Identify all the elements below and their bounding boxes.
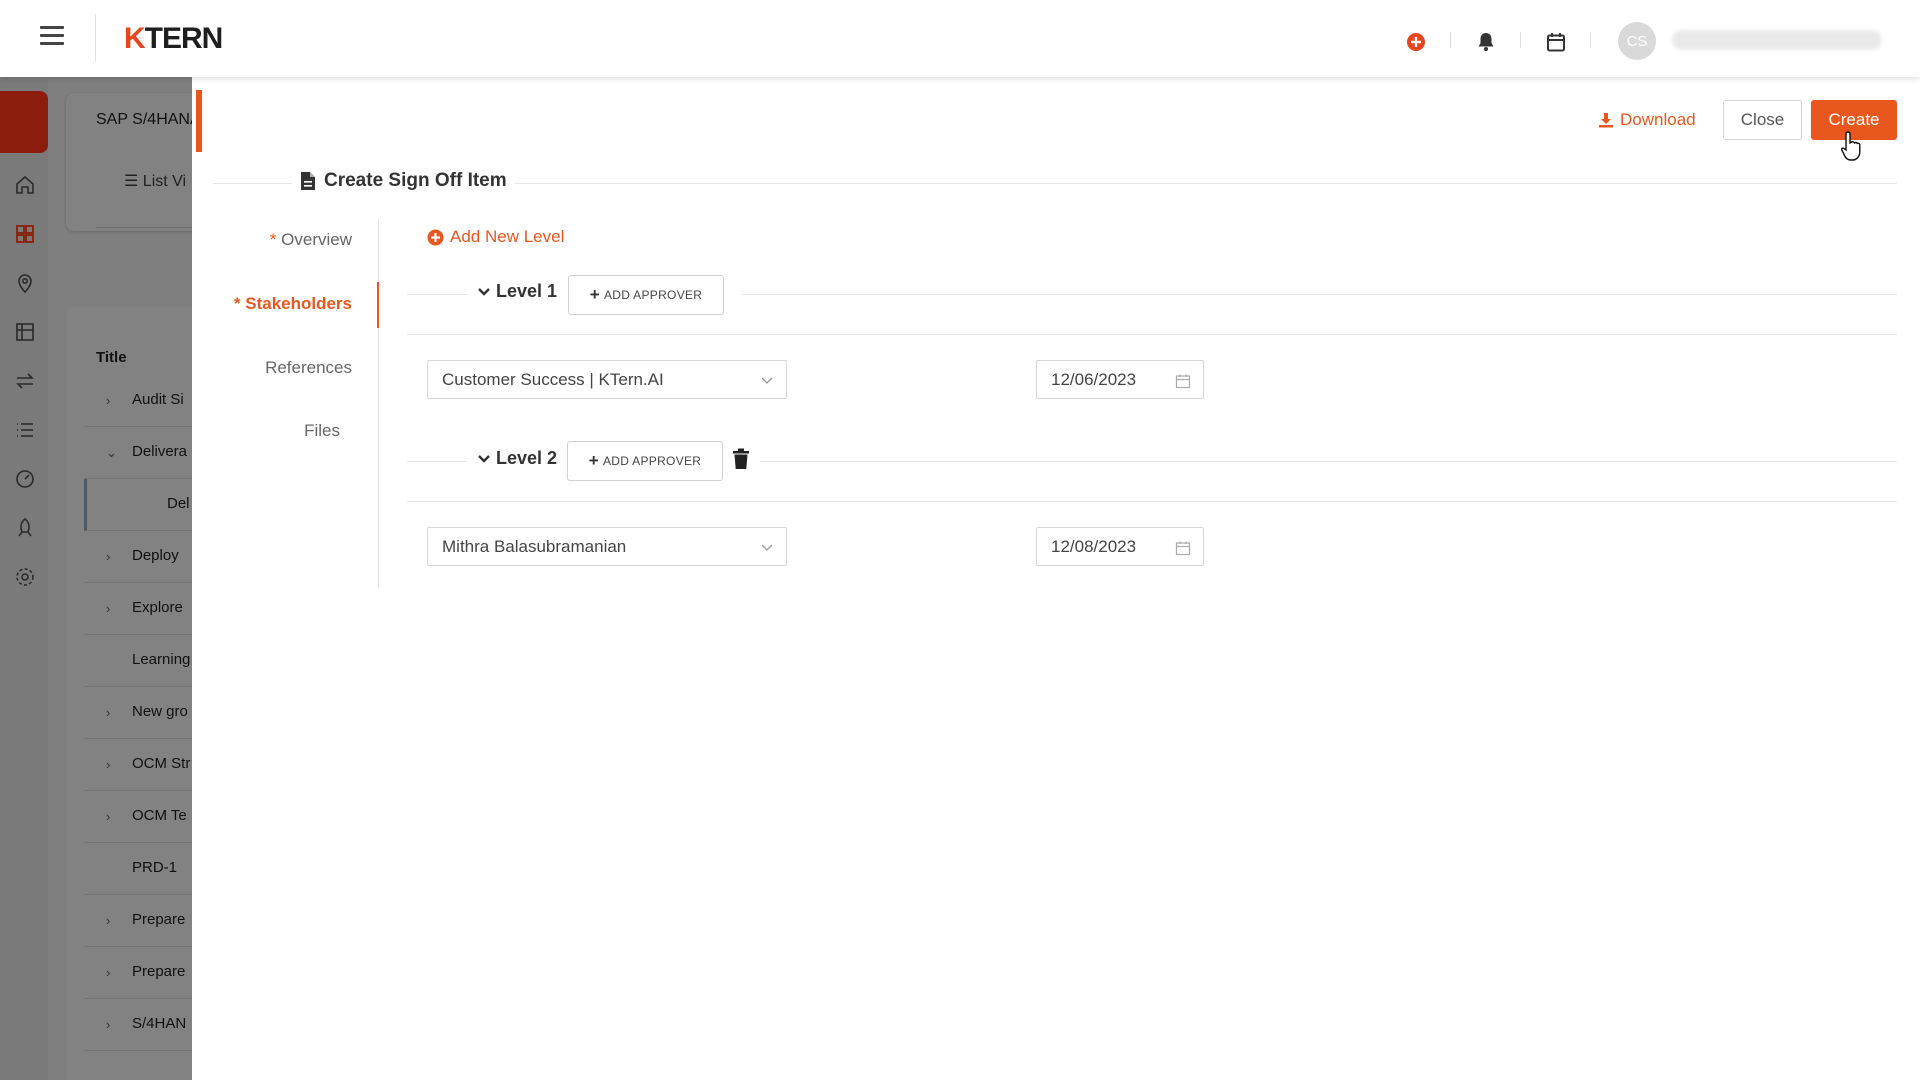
- hand-cursor-icon: [1840, 131, 1861, 161]
- rail-active-accent: [0, 91, 48, 153]
- background-page: SAP S/4HANA ☰ List Vi Title › Audit Si ⌄ D…: [0, 77, 214, 1080]
- header-separator: [1520, 32, 1521, 48]
- home-icon[interactable]: [14, 174, 36, 196]
- add-approver-button[interactable]: + ADD APPROVER: [567, 441, 723, 481]
- project-card: SAP S/4HANA ☰ List Vi: [66, 93, 206, 231]
- board-icon[interactable]: [14, 321, 36, 343]
- chevron-right-icon[interactable]: ›: [106, 705, 110, 720]
- document-icon: [301, 172, 315, 190]
- level-separator: [407, 501, 1897, 502]
- items-table: Title › Audit Si ⌄ Delivera Del › Deploy › E…: [66, 307, 214, 1080]
- modal-accent-bar: [196, 90, 202, 152]
- plus-icon: +: [588, 451, 599, 470]
- username-blurred[interactable]: [1672, 30, 1882, 50]
- avatar[interactable]: CS: [1618, 22, 1656, 60]
- due-date-input[interactable]: 12/08/2023: [1036, 527, 1204, 566]
- chevron-right-icon[interactable]: ›: [106, 601, 110, 616]
- chevron-down-icon: [478, 454, 490, 463]
- header-separator: [1450, 32, 1451, 48]
- list-icon: ☰: [124, 173, 143, 190]
- bell-icon[interactable]: [1472, 28, 1500, 56]
- add-circle-icon: [427, 229, 444, 245]
- calendar-icon[interactable]: [1175, 373, 1191, 389]
- chevron-down-icon: [478, 287, 490, 296]
- chevron-down-icon: [761, 377, 773, 384]
- add-circle-icon[interactable]: [1402, 28, 1430, 56]
- nav-item-stakeholders[interactable]: * Stakeholders: [234, 294, 352, 314]
- divider: [96, 227, 206, 228]
- download-icon: [1599, 113, 1613, 128]
- chevron-right-icon[interactable]: ›: [106, 393, 110, 408]
- list-view-tab[interactable]: ☰ List Vi: [124, 171, 186, 191]
- menu-icon[interactable]: [40, 26, 64, 48]
- close-button[interactable]: Close: [1723, 100, 1802, 140]
- trash-icon[interactable]: [732, 448, 750, 470]
- chevron-right-icon[interactable]: ›: [106, 913, 110, 928]
- gauge-icon[interactable]: [14, 468, 36, 490]
- approver-select[interactable]: Customer Success | KTern.AI: [427, 360, 787, 399]
- nav-item-references[interactable]: References: [265, 358, 352, 378]
- level-divider: [760, 461, 1897, 462]
- level-divider: [742, 294, 1897, 295]
- project-title: SAP S/4HANA: [96, 111, 201, 128]
- nav-active-indicator: [377, 282, 379, 328]
- ktern-logo[interactable]: KTERN: [124, 22, 223, 56]
- table-header-title: Title: [96, 349, 127, 366]
- calendar-icon[interactable]: [1175, 540, 1191, 556]
- approver-select[interactable]: Mithra Balasubramanian: [427, 527, 787, 566]
- nav-item-files[interactable]: Files: [304, 421, 340, 441]
- level-divider: [407, 294, 467, 295]
- download-button[interactable]: Download: [1598, 110, 1696, 130]
- header-divider: [95, 14, 96, 62]
- level-2-header[interactable]: Level 2: [478, 448, 557, 469]
- chevron-down-icon: [761, 544, 773, 551]
- dashboard-icon[interactable]: [14, 223, 36, 245]
- header-separator: [1590, 32, 1591, 48]
- form-title: Create Sign Off Item: [292, 170, 515, 192]
- level-divider: [407, 461, 467, 462]
- level-1-header[interactable]: Level 1: [478, 281, 557, 302]
- location-icon[interactable]: [14, 272, 36, 294]
- level-separator: [407, 334, 1897, 335]
- add-new-level-button[interactable]: Add New Level: [427, 227, 564, 247]
- plus-icon: +: [589, 285, 600, 304]
- rocket-icon[interactable]: [14, 517, 36, 539]
- chevron-right-icon[interactable]: ›: [106, 757, 110, 772]
- add-approver-button[interactable]: + ADD APPROVER: [568, 275, 724, 315]
- chevron-right-icon[interactable]: ›: [106, 965, 110, 980]
- transfer-icon[interactable]: [14, 370, 36, 392]
- chevron-right-icon[interactable]: ›: [106, 1017, 110, 1032]
- chevron-down-icon[interactable]: ⌄: [106, 445, 117, 461]
- form-step-nav: * Overview * Stakeholders References Fil…: [213, 218, 379, 588]
- chevron-right-icon[interactable]: ›: [106, 549, 110, 564]
- side-rail: [0, 77, 48, 1080]
- chevron-right-icon[interactable]: ›: [106, 809, 110, 824]
- calendar-icon[interactable]: [1542, 28, 1570, 56]
- due-date-input[interactable]: 12/06/2023: [1036, 360, 1204, 399]
- nav-item-overview[interactable]: * Overview: [270, 230, 352, 250]
- list-icon[interactable]: [14, 419, 36, 441]
- gear-icon[interactable]: [14, 566, 36, 588]
